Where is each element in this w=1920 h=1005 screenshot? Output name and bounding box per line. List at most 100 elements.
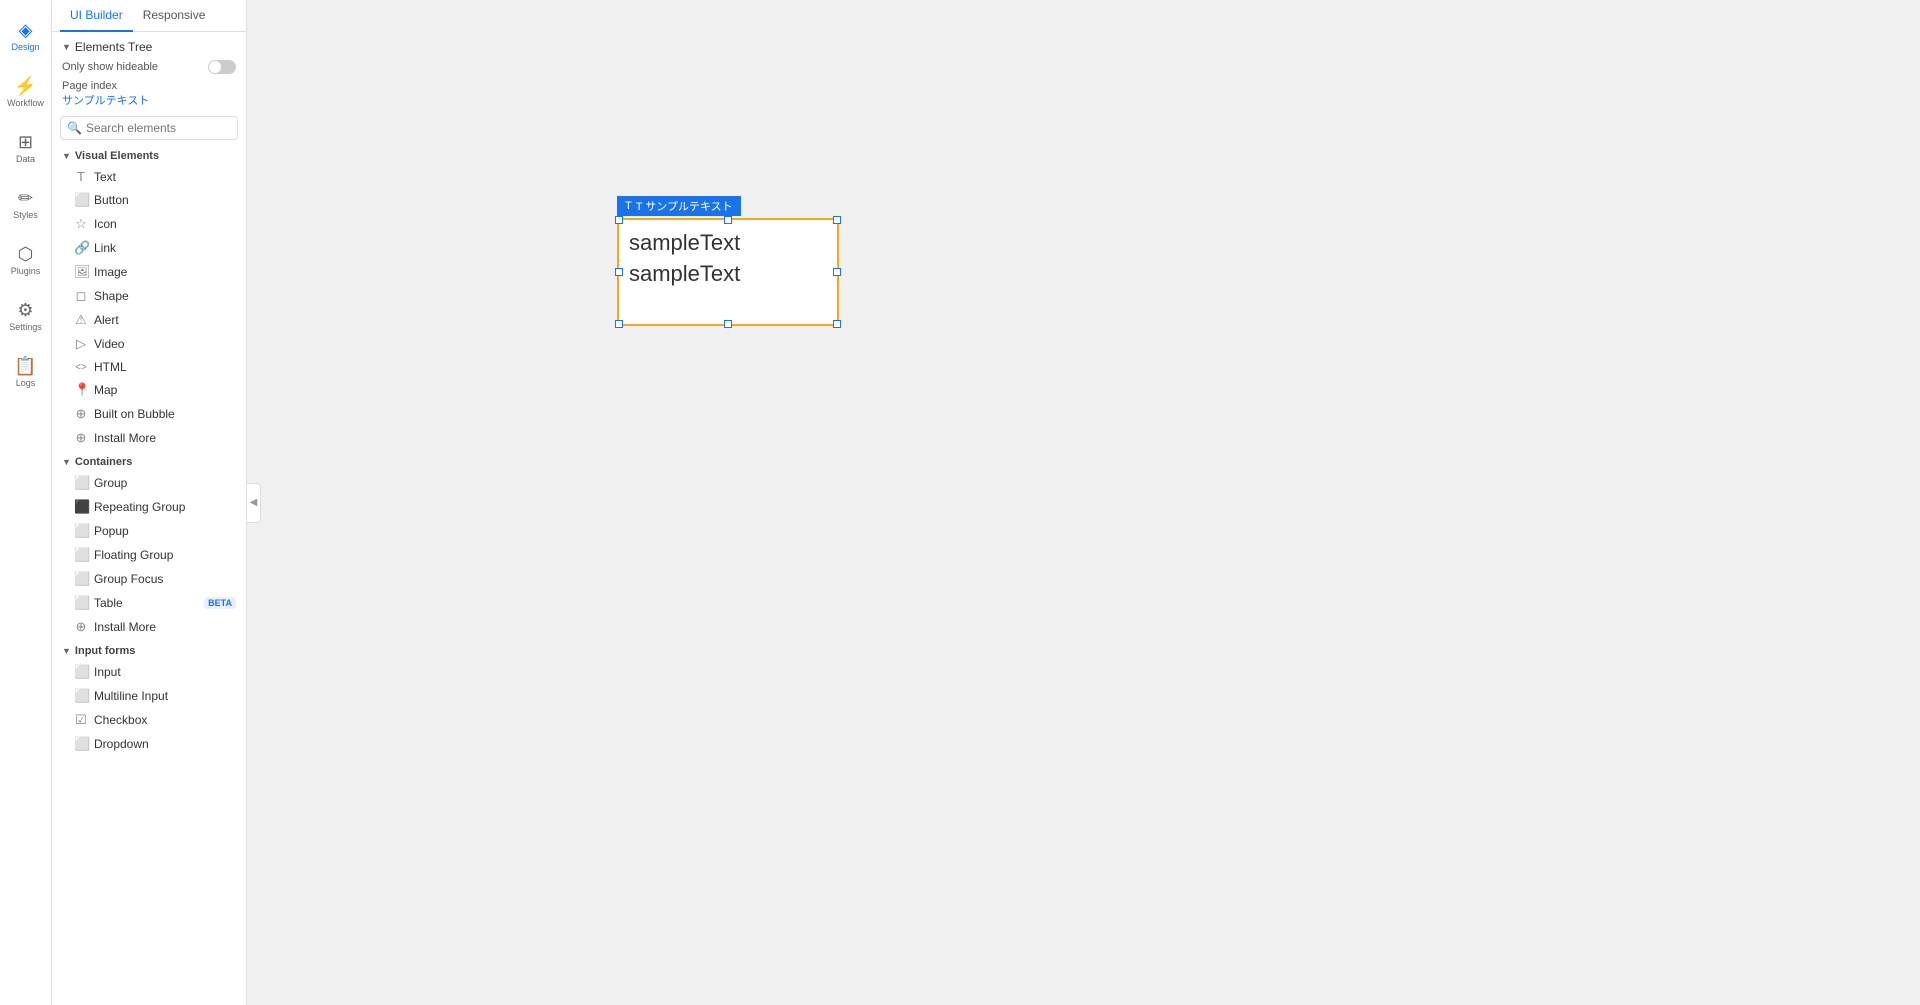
nav-item-plugins[interactable]: ⬡ Plugins: [0, 232, 52, 288]
element-item-link[interactable]: 🔗 Link: [52, 236, 246, 260]
input-forms-collapse-icon: ▼: [62, 646, 71, 656]
left-panel: UI Builder Responsive ▼ Elements Tree On…: [52, 0, 247, 1005]
plugins-icon: ⬡: [18, 245, 34, 263]
resize-handle-top-center[interactable]: [724, 216, 732, 224]
nav-item-settings[interactable]: ⚙ Settings: [0, 288, 52, 344]
elements-tree-label: Elements Tree: [75, 40, 152, 54]
element-item-repeating-group[interactable]: ⬛ Repeating Group: [52, 495, 246, 519]
table-beta-badge: BETA: [204, 597, 236, 609]
image-element-icon: 🖼: [74, 264, 88, 280]
only-hideable-row: Only show hideable: [52, 58, 246, 78]
element-content: sampleText sampleText: [619, 220, 837, 298]
element-item-html[interactable]: <> HTML: [52, 356, 246, 378]
collapse-arrow-icon: ◀: [250, 497, 258, 508]
repeating-group-element-icon: ⬛: [74, 499, 88, 515]
element-item-button[interactable]: ⬜ Button: [52, 188, 246, 212]
input-forms-label: Input forms: [75, 645, 136, 657]
visual-elements-collapse-icon: ▼: [62, 151, 71, 161]
search-box: 🔍: [60, 116, 238, 140]
shape-element-icon: ◻: [74, 288, 88, 304]
element-item-table[interactable]: ⬜ Table BETA: [52, 591, 246, 615]
install-more-containers-icon: ⊕: [74, 619, 88, 635]
resize-handle-bottom-left[interactable]: [615, 320, 623, 328]
search-input[interactable]: [86, 121, 231, 135]
element-item-icon[interactable]: ☆ Icon: [52, 212, 246, 236]
link-element-icon: 🔗: [74, 240, 88, 256]
logs-icon: 📋: [14, 357, 36, 375]
element-content-line1: sampleText: [629, 228, 827, 259]
element-item-shape[interactable]: ◻ Shape: [52, 284, 246, 308]
element-item-input[interactable]: ⬜ Input: [52, 660, 246, 684]
resize-handle-bottom-center[interactable]: [724, 320, 732, 328]
element-content-line2: sampleText: [629, 259, 827, 290]
containers-label: Containers: [75, 456, 132, 468]
only-hideable-label: Only show hideable: [62, 61, 158, 73]
element-label-bar: T T サンプルテキスト: [617, 196, 741, 216]
element-item-floating-group[interactable]: ⬜ Floating Group: [52, 543, 246, 567]
canvas-text-element[interactable]: T T サンプルテキスト sampleText sampleText: [617, 218, 839, 326]
resize-handle-bottom-right[interactable]: [833, 320, 841, 328]
left-navigation: ◈ Design ⚡ Workflow ⊞ Data ✏ Styles ⬡ Pl…: [0, 0, 52, 1005]
dropdown-element-icon: ⬜: [74, 736, 88, 752]
popup-element-icon: ⬜: [74, 523, 88, 539]
video-element-icon: ▷: [74, 336, 88, 352]
input-element-icon: ⬜: [74, 664, 88, 680]
settings-icon: ⚙: [17, 301, 33, 319]
element-item-install-more-visual[interactable]: ⊕ Install More: [52, 426, 246, 450]
visual-elements-section-header[interactable]: ▼ Visual Elements: [52, 144, 246, 165]
html-element-icon: <>: [74, 362, 88, 373]
alert-element-icon: ⚠: [74, 312, 88, 328]
only-hideable-toggle[interactable]: [208, 60, 236, 74]
resize-handle-middle-right[interactable]: [833, 268, 841, 276]
element-item-popup[interactable]: ⬜ Popup: [52, 519, 246, 543]
table-element-icon: ⬜: [74, 595, 88, 611]
nav-item-styles[interactable]: ✏ Styles: [0, 176, 52, 232]
element-item-multiline-input[interactable]: ⬜ Multiline Input: [52, 684, 246, 708]
element-item-built-on-bubble[interactable]: ⊕ Built on Bubble: [52, 402, 246, 426]
group-focus-element-icon: ⬜: [74, 571, 88, 587]
elements-tree-header: ▼ Elements Tree: [52, 32, 246, 58]
element-item-group[interactable]: ⬜ Group: [52, 471, 246, 495]
elements-tree-collapse-icon[interactable]: ▼: [62, 42, 71, 52]
design-icon: ◈: [19, 21, 33, 39]
checkbox-element-icon: ☑: [74, 712, 88, 728]
multiline-input-element-icon: ⬜: [74, 688, 88, 704]
workflow-icon: ⚡: [14, 77, 36, 95]
nav-item-logs[interactable]: 📋 Logs: [0, 344, 52, 400]
element-item-install-more-containers[interactable]: ⊕ Install More: [52, 615, 246, 639]
element-type-icon: T: [625, 200, 632, 212]
tab-responsive[interactable]: Responsive: [133, 0, 216, 32]
text-element-icon: T: [74, 169, 88, 184]
element-item-group-focus[interactable]: ⬜ Group Focus: [52, 567, 246, 591]
visual-elements-label: Visual Elements: [75, 150, 159, 162]
element-item-text[interactable]: T Text: [52, 165, 246, 188]
element-item-alert[interactable]: ⚠ Alert: [52, 308, 246, 332]
element-item-image[interactable]: 🖼 Image: [52, 260, 246, 284]
page-index-row: Page index サンプルテキスト: [52, 78, 246, 112]
canvas-area[interactable]: ◀ T T サンプルテキスト sampleText sampleText: [247, 0, 1920, 1005]
element-item-checkbox[interactable]: ☑ Checkbox: [52, 708, 246, 732]
element-item-map[interactable]: 📍 Map: [52, 378, 246, 402]
panel-tabs: UI Builder Responsive: [52, 0, 246, 32]
tab-ui-builder[interactable]: UI Builder: [60, 0, 133, 32]
input-forms-section-header[interactable]: ▼ Input forms: [52, 639, 246, 660]
nav-item-design[interactable]: ◈ Design: [0, 8, 52, 64]
resize-handle-middle-left[interactable]: [615, 268, 623, 276]
element-item-dropdown[interactable]: ⬜ Dropdown: [52, 732, 246, 756]
page-index-label: Page index: [62, 80, 117, 92]
element-label: T サンプルテキスト: [636, 198, 733, 214]
nav-item-workflow[interactable]: ⚡ Workflow: [0, 64, 52, 120]
page-index-link[interactable]: サンプルテキスト: [62, 95, 149, 107]
resize-handle-top-left[interactable]: [615, 216, 623, 224]
install-more-visual-icon: ⊕: [74, 430, 88, 446]
containers-section-header[interactable]: ▼ Containers: [52, 450, 246, 471]
group-element-icon: ⬜: [74, 475, 88, 491]
element-item-video[interactable]: ▷ Video: [52, 332, 246, 356]
map-element-icon: 📍: [74, 382, 88, 398]
resize-handle-top-right[interactable]: [833, 216, 841, 224]
search-icon: 🔍: [67, 121, 82, 135]
nav-item-data[interactable]: ⊞ Data: [0, 120, 52, 176]
panel-collapse-handle[interactable]: ◀: [247, 483, 261, 523]
containers-collapse-icon: ▼: [62, 457, 71, 467]
floating-group-element-icon: ⬜: [74, 547, 88, 563]
